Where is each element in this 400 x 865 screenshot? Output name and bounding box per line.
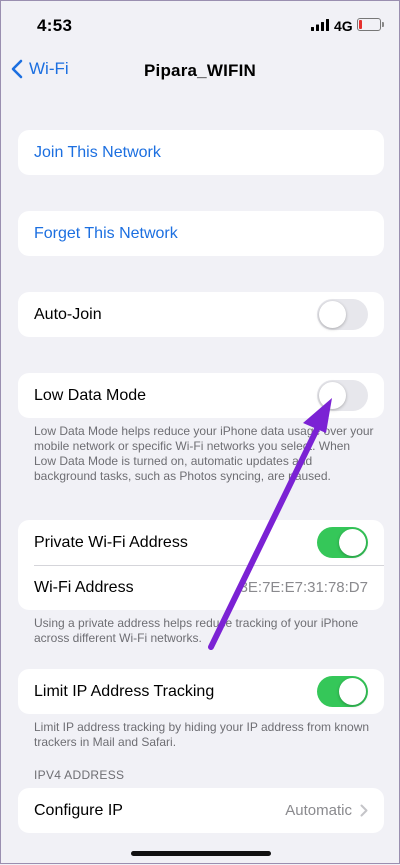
clock: 4:53 <box>37 16 73 35</box>
battery-icon <box>357 18 384 31</box>
configure-ip-row[interactable]: Configure IP Automatic <box>18 788 384 833</box>
auto-join-row: Auto-Join <box>18 292 384 337</box>
nav-bar: Wi-Fi Pipara_WIFIN <box>1 53 399 93</box>
limit-ip-label: Limit IP Address Tracking <box>34 682 215 700</box>
auto-join-label: Auto-Join <box>34 305 102 323</box>
low-data-footnote: Low Data Mode helps reduce your iPhone d… <box>34 424 374 483</box>
wifi-address-row: Wi-Fi Address 3E:7E:E7:31:78:D7 <box>18 565 384 610</box>
configure-ip-label: Configure IP <box>34 801 123 819</box>
join-network-button[interactable]: Join This Network <box>18 130 384 175</box>
private-address-label: Private Wi-Fi Address <box>34 533 188 551</box>
limit-ip-row: Limit IP Address Tracking <box>18 669 384 714</box>
low-data-row: Low Data Mode <box>18 373 384 418</box>
wifi-address-label: Wi-Fi Address <box>34 578 134 596</box>
private-address-card: Private Wi-Fi Address Wi-Fi Address 3E:7… <box>18 520 384 610</box>
join-card: Join This Network <box>18 130 384 175</box>
configure-ip-value: Automatic <box>285 802 352 819</box>
limit-ip-card: Limit IP Address Tracking <box>18 669 384 714</box>
limit-ip-footnote: Limit IP address tracking by hiding your… <box>34 720 370 749</box>
toggle-knob <box>319 382 346 409</box>
ipv4-card: Configure IP Automatic <box>18 788 384 833</box>
private-address-toggle[interactable] <box>317 527 368 558</box>
forget-network-button[interactable]: Forget This Network <box>18 211 384 256</box>
wifi-address-value: 3E:7E:E7:31:78:D7 <box>239 579 368 596</box>
low-data-label: Low Data Mode <box>34 386 147 404</box>
configure-ip-value-group: Automatic <box>285 802 368 819</box>
home-indicator <box>131 851 271 856</box>
signal-icon <box>311 19 329 31</box>
low-data-toggle[interactable] <box>317 380 368 411</box>
low-data-card: Low Data Mode <box>18 373 384 418</box>
ipv4-section-header: IPV4 ADDRESS <box>34 768 125 782</box>
limit-ip-toggle[interactable] <box>317 676 368 707</box>
auto-join-card: Auto-Join <box>18 292 384 337</box>
toggle-knob <box>319 301 346 328</box>
toggle-knob <box>339 678 366 705</box>
network-type: 4G <box>334 18 353 34</box>
battery-level <box>359 20 362 29</box>
status-bar: 4:53 4G <box>1 1 399 53</box>
chevron-right-icon <box>360 804 368 817</box>
auto-join-toggle[interactable] <box>317 299 368 330</box>
page-title: Pipara_WIFIN <box>144 61 256 80</box>
toggle-knob <box>339 529 366 556</box>
private-address-footnote: Using a private address helps reduce tra… <box>34 616 359 645</box>
private-address-row: Private Wi-Fi Address <box>18 520 384 565</box>
forget-card: Forget This Network <box>18 211 384 256</box>
